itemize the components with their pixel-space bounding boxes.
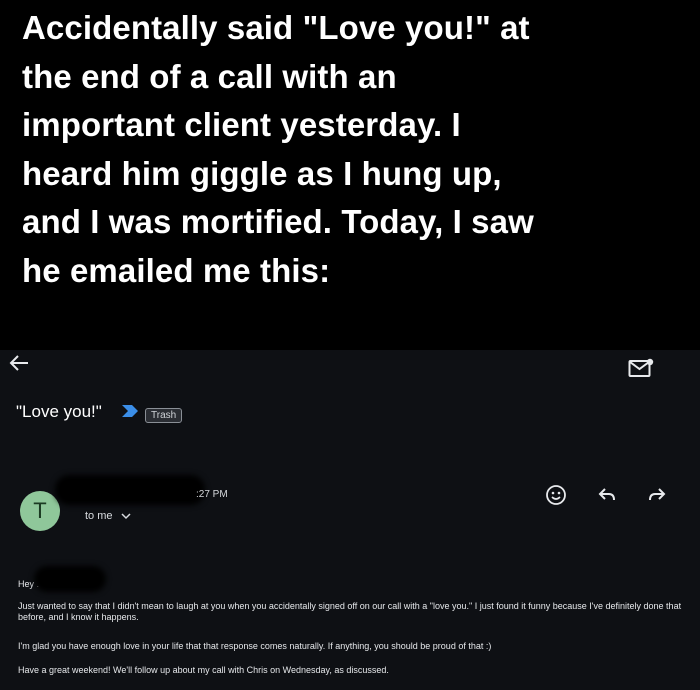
email-greeting: Hey . [18,579,40,589]
redacted-sender-name [55,475,205,505]
trash-label[interactable]: Trash [145,408,183,423]
important-marker-icon[interactable] [122,405,138,417]
email-subject: "Love you!" [16,402,102,421]
caption-line: heard him giggle as I hung up, [22,154,502,192]
email-timestamp: :27 PM [196,489,228,500]
redacted-recipient-name [34,566,106,592]
caption-line: the end of a call with an [22,57,397,95]
email-screenshot: "Love you!" Trash T :27 PM to me Hey . J… [0,350,700,690]
forward-icon[interactable] [646,484,668,506]
recipient-label[interactable]: to me [85,510,113,522]
caption-line: Accidentally said "Love you!" at [22,9,530,46]
email-paragraph: Have a great weekend! We'll follow up ab… [18,665,389,675]
back-arrow-icon[interactable] [8,354,30,372]
caption-line: important client yesterday. I [22,106,461,143]
emoji-reaction-icon[interactable] [545,484,567,506]
email-paragraph: Just wanted to say that I didn't mean to… [18,601,682,622]
avatar[interactable]: T [20,491,60,531]
mark-unread-icon[interactable] [628,358,654,378]
caption-line: he emailed me this: [22,251,331,289]
chevron-down-icon[interactable] [121,513,131,520]
post-caption: Accidentally said "Love you!" at the end… [22,4,682,295]
caption-line: and I was mortified. Today, I saw [22,203,534,240]
reply-icon[interactable] [596,484,618,506]
email-paragraph: I'm glad you have enough love in your li… [18,641,492,651]
